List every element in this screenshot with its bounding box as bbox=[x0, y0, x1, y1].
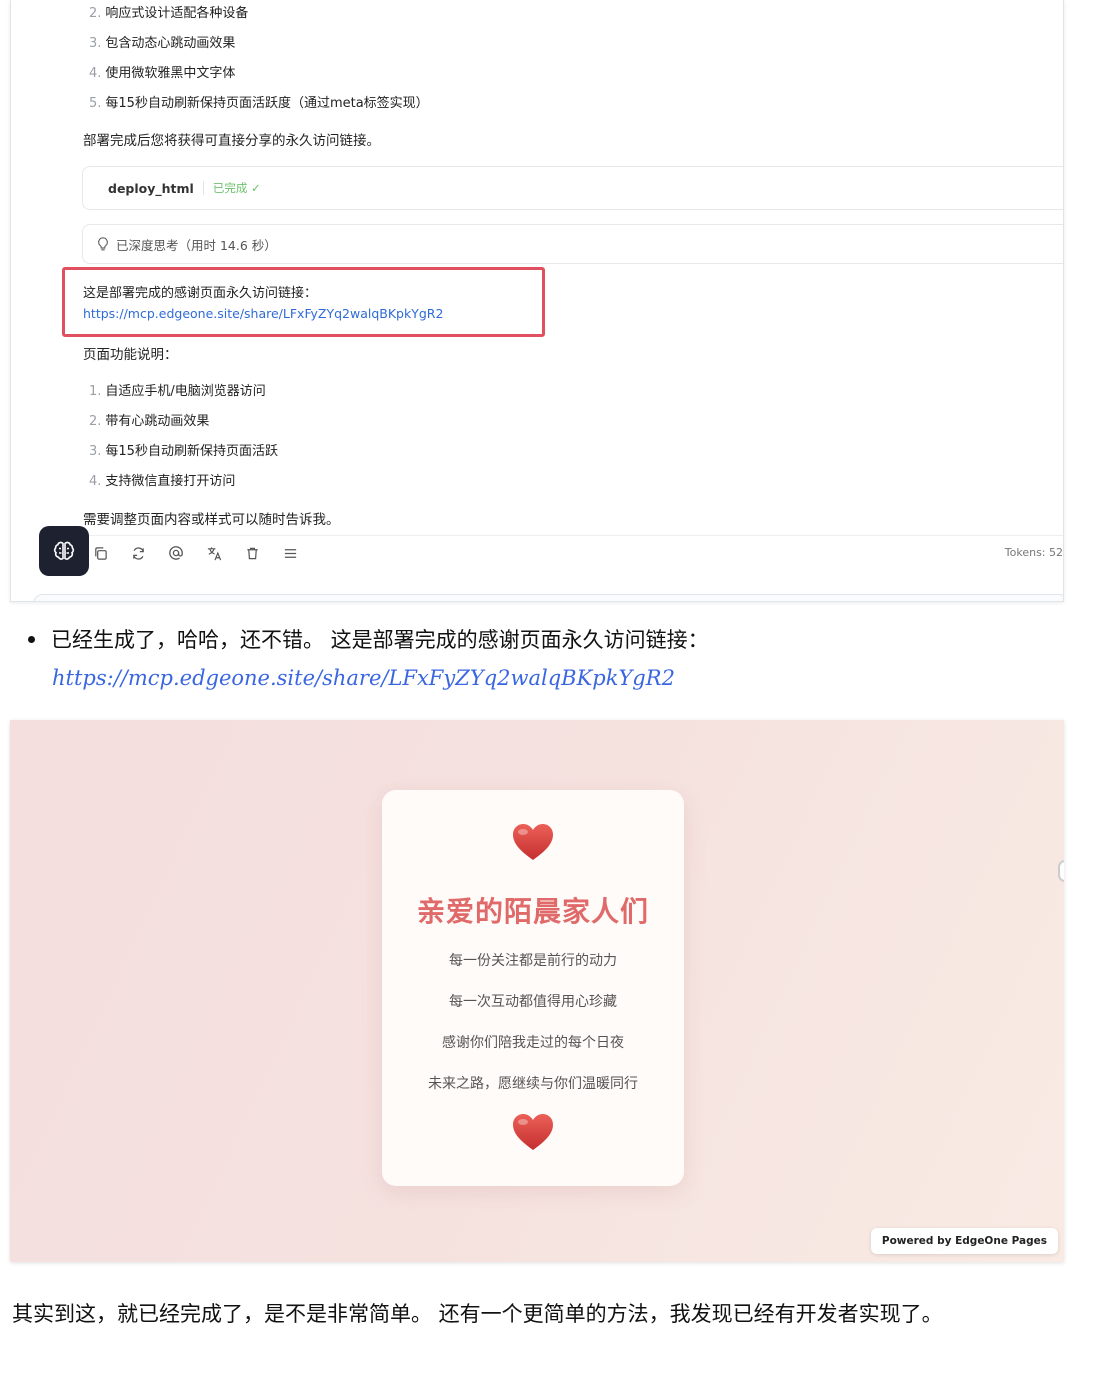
token-count: Tokens: 52 bbox=[1004, 546, 1063, 559]
lightbulb-icon bbox=[98, 237, 108, 251]
list-item: 3. 包含动态心跳动画效果 bbox=[89, 32, 235, 51]
thanks-line: 未来之路，愿继续与你们温暖同行 bbox=[428, 1076, 638, 1092]
bullet-icon bbox=[28, 635, 35, 643]
share-link[interactable]: https://mcp.edgeone.site/share/LFxFyZYq2… bbox=[83, 306, 443, 321]
list-number: 3. bbox=[89, 444, 102, 459]
thanks-card: 亲爱的陌晨家人们 每一份关注都是前行的动力 每一次互动都值得用心珍藏 感谢你们陪… bbox=[382, 790, 684, 1186]
list-text: 每15秒自动刷新保持页面活跃度（通过meta标签实现） bbox=[105, 96, 429, 111]
thanks-line: 感谢你们陪我走过的每个日夜 bbox=[442, 1035, 624, 1051]
chat-input[interactable] bbox=[33, 594, 1063, 601]
list-text: 使用微软雅黑中文字体 bbox=[105, 66, 236, 81]
list-item: 4. 支持微信直接打开访问 bbox=[89, 470, 235, 489]
list-number: 4. bbox=[89, 474, 102, 489]
list-text: 响应式设计适配各种设备 bbox=[105, 6, 249, 21]
list-item: 4. 使用微软雅黑中文字体 bbox=[89, 62, 235, 81]
thinking-card[interactable]: 已深度思考（用时 14.6 秒） bbox=[82, 224, 1063, 264]
list-item: 2. 响应式设计适配各种设备 bbox=[89, 2, 248, 21]
refresh-icon[interactable] bbox=[127, 542, 149, 564]
thanks-line: 每一次互动都值得用心珍藏 bbox=[449, 994, 617, 1010]
copy-icon[interactable] bbox=[89, 542, 111, 564]
list-number: 5. bbox=[89, 96, 102, 111]
powered-by-badge[interactable]: Powered by EdgeOne Pages bbox=[870, 1228, 1058, 1254]
closing-paragraph: 其实到这，就已经完成了，是不是非常简单。 还有一个更简单的方法，我发现已经有开发… bbox=[12, 1302, 943, 1326]
list-item: 5. 每15秒自动刷新保持页面活跃度（通过meta标签实现） bbox=[89, 92, 429, 111]
highlight-box bbox=[62, 267, 545, 337]
article-bullet: 已经生成了，哈哈，还不错。 这是部署完成的感谢页面永久访问链接： bbox=[28, 624, 709, 654]
message-toolbar bbox=[89, 542, 301, 564]
list-text: 自适应手机/电脑浏览器访问 bbox=[105, 384, 266, 399]
delete-icon[interactable] bbox=[241, 542, 263, 564]
thanks-title: 亲爱的陌晨家人们 bbox=[416, 895, 649, 928]
list-text: 包含动态心跳动画效果 bbox=[105, 36, 236, 51]
list-item: 3. 每15秒自动刷新保持页面活跃 bbox=[89, 440, 278, 459]
features-title: 页面功能说明： bbox=[83, 347, 178, 363]
deploy-note: 部署完成后您将获得可直接分享的永久访问链接。 bbox=[83, 133, 380, 149]
article-link[interactable]: https://mcp.edgeone.site/share/LFxFyZYq2… bbox=[52, 666, 675, 690]
list-item: 1. 自适应手机/电脑浏览器访问 bbox=[89, 380, 266, 399]
list-text: 支持微信直接打开访问 bbox=[105, 474, 236, 489]
list-number: 1. bbox=[89, 384, 102, 399]
list-number: 2. bbox=[89, 414, 102, 429]
list-item: 2. 带有心跳动画效果 bbox=[89, 410, 209, 429]
thanks-page-screenshot: 亲爱的陌晨家人们 每一份关注都是前行的动力 每一次互动都值得用心珍藏 感谢你们陪… bbox=[10, 720, 1064, 1262]
heart-icon bbox=[513, 1114, 553, 1150]
translate-icon[interactable] bbox=[203, 542, 225, 564]
bullet-text: 已经生成了，哈哈，还不错。 这是部署完成的感谢页面永久访问链接： bbox=[51, 628, 709, 652]
closing-note: 需要调整页面内容或样式可以随时告诉我。 bbox=[83, 512, 340, 528]
list-text: 每15秒自动刷新保持页面活跃 bbox=[105, 444, 278, 459]
brain-button[interactable] bbox=[39, 526, 89, 576]
list-number: 4. bbox=[89, 66, 102, 81]
list-number: 3. bbox=[89, 36, 102, 51]
tool-call-card[interactable]: deploy_html 已完成 ✓ bbox=[82, 166, 1063, 210]
list-number: 2. bbox=[89, 6, 102, 21]
tool-status: 已完成 ✓ bbox=[212, 181, 261, 195]
list-text: 带有心跳动画效果 bbox=[105, 414, 210, 429]
chat-screenshot: 2. 响应式设计适配各种设备 3. 包含动态心跳动画效果 4. 使用微软雅黑中文字体 … bbox=[10, 0, 1064, 602]
divider bbox=[81, 535, 1063, 536]
scroll-handle[interactable] bbox=[1058, 860, 1064, 882]
heart-icon bbox=[513, 824, 553, 860]
menu-icon[interactable] bbox=[279, 542, 301, 564]
thanks-line: 每一份关注都是前行的动力 bbox=[449, 953, 617, 969]
link-intro: 这是部署完成的感谢页面永久访问链接： bbox=[83, 286, 318, 301]
mention-icon[interactable] bbox=[165, 542, 187, 564]
thinking-label: 已深度思考（用时 14.6 秒） bbox=[116, 237, 277, 253]
divider bbox=[202, 181, 204, 195]
brain-icon bbox=[53, 541, 75, 560]
tool-name: deploy_html bbox=[108, 180, 194, 196]
